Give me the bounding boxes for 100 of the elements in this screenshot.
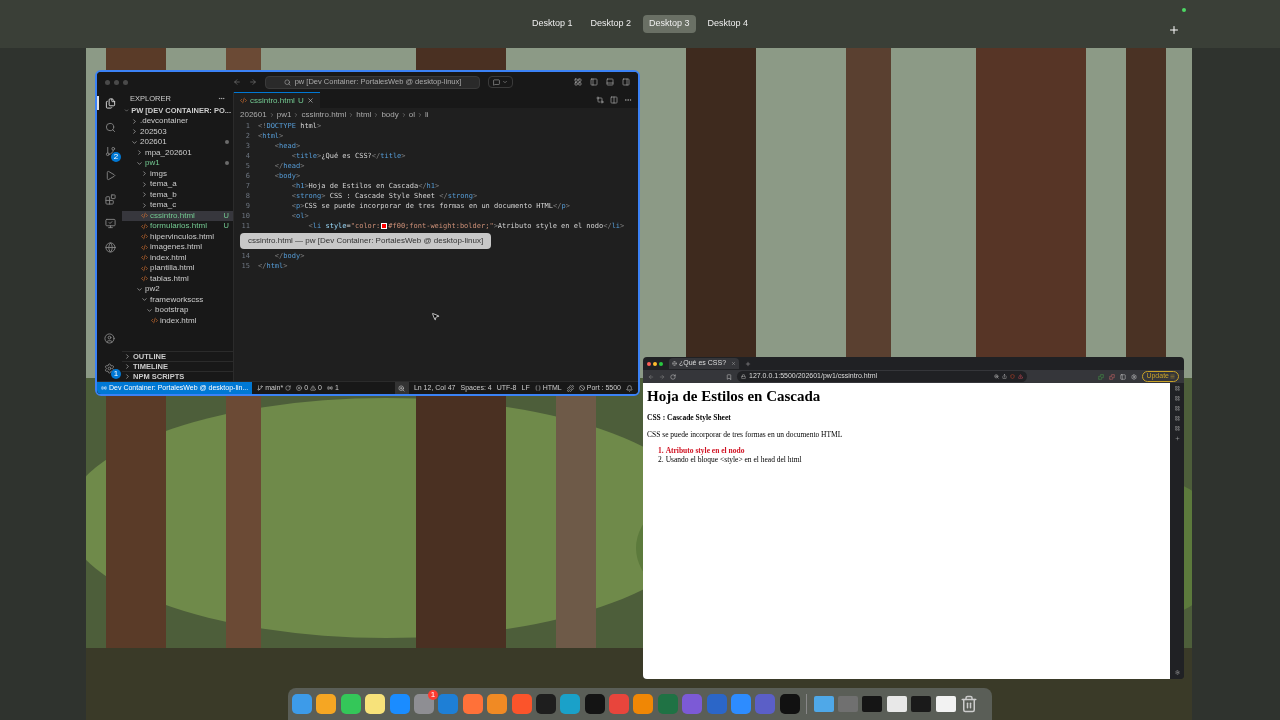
tree-label: imgs [150,168,167,179]
zoom-control[interactable] [659,361,663,366]
window-thumbnail[interactable] [911,696,932,712]
desktop-space[interactable]: Desktop 2 [584,15,637,33]
breadcrumb[interactable]: cssintro.html [301,108,347,121]
new-tab-icon[interactable] [745,360,751,367]
compare-icon[interactable] [596,96,604,104]
warning-icon [310,385,317,391]
back-icon[interactable] [233,78,241,86]
back-icon[interactable] [648,373,654,380]
code-file-icon [141,243,148,251]
tree-item[interactable]: pw1 [122,158,233,169]
panel-right-icon[interactable] [622,78,630,86]
run-icon [105,169,116,181]
tree-item[interactable]: .devcontainer [122,116,233,127]
close-control[interactable] [647,361,651,366]
app-icon[interactable] [779,694,800,714]
tree-item[interactable]: pw2 [122,284,233,295]
trash-icon[interactable] [959,694,978,714]
app-icon[interactable] [487,694,508,714]
app-icon[interactable] [340,694,361,714]
zoom-icon [398,384,406,392]
split-editor-icon[interactable] [610,96,618,104]
editor-tab[interactable]: cssintro.html U [234,92,320,108]
breadcrumb[interactable]: ol [408,108,415,121]
window-thumbnail[interactable] [886,696,907,712]
tree-label: hipervinculos.html [150,231,215,242]
settings-icon[interactable] [1174,670,1180,675]
breadcrumb[interactable]: 202601 [240,108,267,121]
globe-icon [105,241,116,253]
tree-label: imagenes.html [150,242,203,253]
breadcrumb[interactable]: body [381,108,399,121]
tree-item[interactable]: frameworkscss [122,294,233,305]
chat-button[interactable] [488,76,513,88]
sidebar-icon[interactable] [1174,396,1180,401]
badge: 1 [111,369,121,379]
tree-item[interactable]: index.html [122,252,233,263]
more-icon[interactable] [624,96,632,104]
app-icon[interactable] [365,694,386,714]
tree-item[interactable]: tema_c [122,200,233,211]
forward-icon[interactable] [249,78,257,86]
desktop-space[interactable]: Desktop 4 [701,15,755,33]
window-thumbnail[interactable] [862,696,883,712]
tree-item[interactable]: imgs [122,168,233,179]
forward-icon[interactable] [659,373,665,380]
sidebar-icon[interactable] [1174,386,1180,391]
panel-left-icon[interactable] [590,78,598,86]
tree-item[interactable]: tablas.html [122,273,233,284]
settings-icon [104,362,115,374]
settings-icon[interactable] [1131,373,1138,380]
tree-item[interactable]: imagenes.html [122,242,233,253]
window-thumbnail[interactable] [838,696,858,712]
app-icon[interactable] [292,694,312,714]
bookmark-icon[interactable] [726,373,732,380]
tree-label: mpa_202601 [145,147,192,158]
caret-icon [502,79,508,85]
window-thumbnail[interactable] [935,696,956,712]
tree-item[interactable]: tema_a [122,179,233,190]
desktop-space[interactable]: Desktop 3 [643,15,696,33]
minimize-control[interactable] [653,361,657,366]
tree-item[interactable]: bootstrap [122,305,233,316]
bell-icon[interactable] [626,384,633,392]
sidebar-icon[interactable] [1174,406,1180,411]
tree-item[interactable]: 202503 [122,126,233,137]
sidebar-icon[interactable] [1120,373,1127,380]
breadcrumb[interactable]: html [356,108,372,121]
tree-label: bootstrap [155,305,189,316]
app-icon[interactable] [560,694,581,714]
panel-bottom-icon[interactable] [606,78,614,86]
window-thumbnail[interactable] [813,696,834,712]
tree-item[interactable]: mpa_202601 [122,147,233,158]
tree-item[interactable]: 202601 [122,137,233,148]
sidebar-icon[interactable] [1174,426,1180,431]
breadcrumb[interactable]: li [425,108,429,121]
layout-icon[interactable] [574,78,582,86]
shield-icon [1010,374,1015,379]
reload-icon[interactable] [670,373,676,380]
tree-label: tablas.html [150,273,189,284]
app-icon[interactable] [535,694,556,714]
app-icon[interactable] [462,694,483,714]
app-icon[interactable] [584,694,605,714]
tree-item[interactable]: hipervinculos.html [122,231,233,242]
breadcrumb[interactable]: pw1 [276,108,292,121]
tree-item[interactable]: plantilla.html [122,263,233,274]
app-icon[interactable] [633,694,654,714]
sidebar-icon[interactable] [1174,416,1180,421]
desktop-space[interactable]: Desktop 1 [525,15,579,33]
tree-item[interactable]: index.html [122,315,233,326]
add-icon[interactable] [1174,436,1180,441]
code-file-icon [141,212,148,220]
add-desktop-icon[interactable] [1168,24,1180,36]
color-swatch[interactable] [381,222,388,229]
zoom-button[interactable] [394,381,409,394]
braces-icon [534,385,541,391]
tree-item[interactable]: tema_b [122,189,233,200]
tree-label: cssintro.html [150,210,195,221]
code-file-icon [141,222,148,230]
account-icon [104,332,115,344]
close-icon[interactable] [306,97,314,104]
app-icon[interactable] [316,694,337,714]
